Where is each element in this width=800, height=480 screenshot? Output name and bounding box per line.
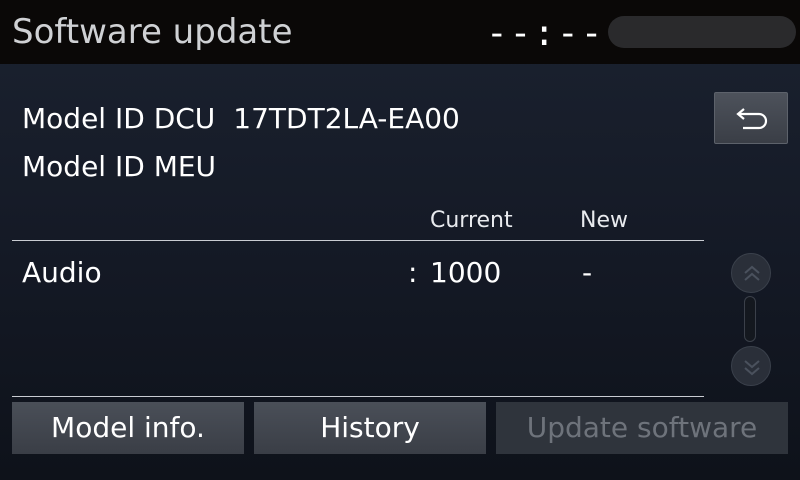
row-separator: : bbox=[408, 256, 418, 289]
double-chevron-down-icon bbox=[744, 360, 760, 376]
row-current-version: 1000 bbox=[430, 256, 502, 289]
back-arrow-icon bbox=[736, 108, 768, 130]
software-update-screen: Software update --:-- Model ID DCU 17TDT2… bbox=[0, 0, 800, 480]
scrollbar-track[interactable] bbox=[744, 296, 756, 342]
model-id-dcu-label: Model ID DCU bbox=[22, 102, 216, 135]
table-bottom-divider bbox=[12, 396, 704, 397]
update-software-button[interactable]: Update software bbox=[496, 402, 788, 454]
table-row: Audio : 1000 - bbox=[0, 252, 710, 296]
page-title: Software update bbox=[12, 12, 293, 52]
model-id-dcu-value: 17TDT2LA-EA00 bbox=[233, 102, 460, 135]
model-id-meu-row: Model ID MEU bbox=[22, 150, 234, 184]
column-header-new: New bbox=[580, 208, 628, 233]
model-id-dcu-row: Model ID DCU 17TDT2LA-EA00 bbox=[22, 102, 460, 136]
double-chevron-up-icon bbox=[744, 265, 760, 281]
column-header-current: Current bbox=[430, 208, 513, 233]
back-button[interactable] bbox=[714, 92, 788, 144]
model-info-button[interactable]: Model info. bbox=[12, 402, 244, 454]
model-id-meu-label: Model ID MEU bbox=[22, 150, 217, 183]
row-new-version: - bbox=[582, 256, 593, 289]
row-label-audio: Audio bbox=[22, 256, 102, 289]
header-bar: Software update --:-- bbox=[0, 0, 800, 64]
scroll-up-button[interactable] bbox=[731, 253, 771, 293]
clock-display: --:-- bbox=[486, 13, 605, 54]
table-header-divider bbox=[12, 240, 704, 241]
history-button[interactable]: History bbox=[254, 402, 486, 454]
status-indicator bbox=[608, 16, 796, 48]
scroll-down-button[interactable] bbox=[731, 346, 771, 386]
